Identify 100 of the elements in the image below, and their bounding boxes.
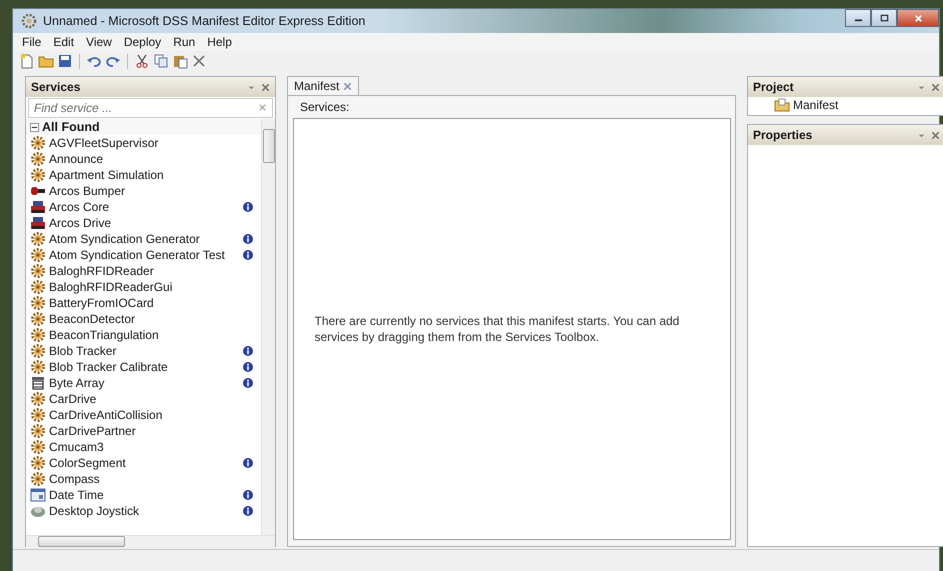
close-icon[interactable] (931, 82, 940, 92)
service-item[interactable]: BeaconTriangulation (26, 327, 261, 343)
service-label: Blob Tracker Calibrate (49, 360, 168, 374)
service-label: Date Time (49, 488, 104, 502)
menu-item[interactable]: Edit (48, 35, 80, 49)
service-item[interactable]: BeaconDetector (26, 311, 261, 327)
service-item[interactable]: AGVFleetSupervisor (26, 135, 261, 151)
folder-icon (774, 98, 790, 112)
gear-icon (30, 456, 46, 470)
service-item[interactable]: Announce (26, 151, 261, 167)
gear-icon (30, 424, 46, 438)
service-item[interactable]: Apartment Simulation (26, 167, 261, 183)
byte-array-icon (30, 376, 46, 390)
scissors-icon[interactable] (134, 53, 150, 69)
service-item[interactable]: Blob Tracker (26, 343, 261, 359)
gear-icon (30, 312, 46, 326)
gear-icon (30, 152, 46, 166)
close-button[interactable] (897, 9, 939, 27)
service-item[interactable]: Cmucam3 (26, 439, 261, 455)
gear-icon (30, 472, 46, 486)
service-label: BeaconTriangulation (49, 328, 159, 342)
service-label: CarDrive (49, 392, 96, 406)
service-label: Blob Tracker (49, 344, 116, 358)
service-item[interactable]: CarDrive (26, 391, 261, 407)
tree-group[interactable]: All Found (26, 119, 261, 135)
clipboard-icon[interactable] (172, 53, 188, 69)
panel-title: Project (753, 80, 794, 94)
gear-icon (30, 440, 46, 454)
service-label: CarDrivePartner (49, 424, 136, 438)
close-icon[interactable] (343, 82, 352, 90)
new-file-icon[interactable] (19, 53, 35, 69)
service-item[interactable]: CarDrivePartner (26, 423, 261, 439)
info-icon[interactable] (243, 234, 253, 244)
menu-item[interactable]: Run (168, 35, 200, 49)
group-label: All Found (42, 120, 100, 134)
empty-message: There are currently no services that this manifest starts. You can add services by dragging them from the Services Toolbox. (314, 313, 680, 345)
service-label: Compass (49, 472, 100, 486)
info-icon[interactable] (243, 378, 253, 388)
horizontal-scrollbar[interactable] (26, 535, 275, 547)
vertical-scrollbar[interactable] (261, 119, 275, 535)
info-icon[interactable] (243, 346, 253, 356)
info-icon[interactable] (243, 458, 253, 468)
gear-icon (30, 264, 46, 278)
maximize-button[interactable] (871, 9, 897, 27)
service-label: Arcos Core (49, 200, 110, 214)
gear-icon (30, 360, 46, 374)
panel-title: Services (31, 80, 80, 94)
save-icon[interactable] (57, 53, 73, 69)
service-label: BaloghRFIDReaderGui (49, 280, 172, 294)
menu-item[interactable]: Deploy (118, 35, 166, 49)
robot-icon (30, 216, 46, 230)
gear-icon (21, 13, 37, 29)
service-item[interactable]: Atom Syndication Generator Test (26, 247, 261, 263)
service-item[interactable]: Date Time (26, 487, 261, 503)
panel-title: Properties (753, 128, 812, 142)
gear-icon (30, 344, 46, 358)
service-item[interactable]: Arcos Drive (26, 215, 261, 231)
service-item[interactable]: Arcos Core (26, 199, 261, 215)
menu-item[interactable]: View (81, 35, 117, 49)
minimize-button[interactable] (845, 9, 871, 27)
delete-icon[interactable] (191, 53, 207, 69)
collapse-icon[interactable] (30, 122, 39, 132)
service-label: BeaconDetector (49, 312, 136, 326)
service-item[interactable]: Desktop Joystick (26, 503, 261, 519)
service-label: Atom Syndication Generator (49, 232, 200, 246)
info-icon[interactable] (243, 362, 253, 372)
service-item[interactable]: BatteryFromIOCard (26, 295, 261, 311)
service-item[interactable]: Compass (26, 471, 261, 487)
services-label: Services: (299, 99, 350, 116)
gear-icon (30, 248, 46, 262)
document-tab[interactable]: Manifest (287, 76, 360, 95)
service-item[interactable]: Blob Tracker Calibrate (26, 359, 261, 375)
service-label: BaloghRFIDReader (49, 264, 154, 278)
info-icon[interactable] (243, 506, 253, 516)
service-label: CarDriveAntiCollision (49, 408, 162, 422)
info-icon[interactable] (243, 250, 253, 260)
info-icon[interactable] (243, 490, 253, 500)
copy-icon[interactable] (153, 53, 169, 69)
search-field[interactable]: Find service ... (28, 98, 273, 118)
gear-icon (30, 280, 46, 294)
gear-icon (30, 328, 46, 342)
close-icon (914, 14, 922, 22)
project-item[interactable]: Manifest (748, 97, 943, 112)
service-item[interactable]: Arcos Bumper (26, 183, 261, 199)
gear-icon (30, 232, 46, 246)
gear-icon (30, 296, 46, 310)
service-item[interactable]: Atom Syndication Generator (26, 231, 261, 247)
service-item[interactable]: Byte Array (26, 375, 261, 391)
close-icon[interactable] (261, 82, 270, 92)
menu-item[interactable]: File (17, 35, 46, 49)
bumper-icon (30, 184, 46, 198)
window-title: Unnamed - Microsoft DSS Manifest Editor Express Edition (43, 14, 366, 28)
service-item[interactable]: BaloghRFIDReaderGui (26, 279, 261, 295)
service-label: Announce (49, 152, 104, 166)
info-icon[interactable] (243, 202, 253, 212)
close-icon[interactable] (931, 130, 940, 140)
menu-item[interactable]: Help (202, 35, 237, 49)
service-item[interactable]: CarDriveAntiCollision (26, 407, 261, 423)
service-item[interactable]: BaloghRFIDReader (26, 263, 261, 279)
service-item[interactable]: ColorSegment (26, 455, 261, 471)
